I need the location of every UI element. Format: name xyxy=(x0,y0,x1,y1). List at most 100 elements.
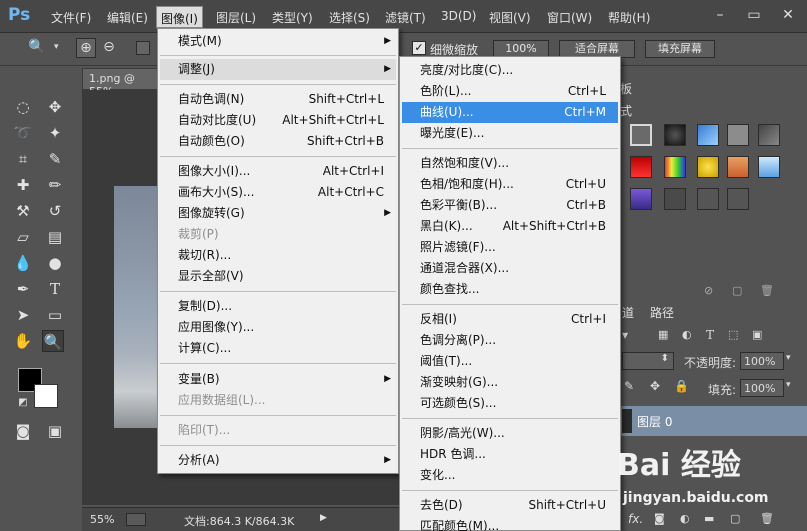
lock-all-icon[interactable]: 🔒 xyxy=(674,379,689,393)
menu-item-levels[interactable]: 色阶(L)... Ctrl+L xyxy=(402,81,618,102)
menu-window[interactable]: 窗口(W) xyxy=(547,9,592,27)
status-menu-arrow-icon[interactable]: ▶ xyxy=(320,513,327,523)
menu-item-apply-image[interactable]: 应用图像(Y)... xyxy=(160,317,396,338)
menu-help[interactable]: 帮助(H) xyxy=(608,9,650,27)
opacity-chevron-icon[interactable]: ▾ xyxy=(786,353,791,363)
menu-item-color-lookup[interactable]: 颜色查找... xyxy=(402,279,618,300)
style-swatch[interactable] xyxy=(697,156,719,178)
zoom-tool-icon[interactable]: 🔍 xyxy=(28,39,45,55)
layer-name[interactable]: 图层 0 xyxy=(637,413,672,430)
style-swatch[interactable] xyxy=(758,156,780,178)
layer-row[interactable]: 图层 0 xyxy=(620,406,807,436)
menu-item-threshold[interactable]: 阈值(T)... xyxy=(402,351,618,372)
filter-chevron-icon[interactable]: ▾ xyxy=(622,328,628,342)
filter-image-icon[interactable]: ▦ xyxy=(658,328,668,341)
menu-item-curves[interactable]: 曲线(U)... Ctrl+M xyxy=(402,102,618,123)
menu-item-trim[interactable]: 裁切(R)... xyxy=(160,245,396,266)
menu-view[interactable]: 视图(V) xyxy=(489,9,531,27)
menu-item-black-white[interactable]: 黑白(K)... Alt+Shift+Ctrl+B xyxy=(402,216,618,237)
board-tab[interactable]: 板 xyxy=(620,80,632,98)
type-tool-icon[interactable]: T xyxy=(44,278,66,300)
style-swatch[interactable] xyxy=(664,188,686,210)
menu-item-desaturate[interactable]: 去色(D) Shift+Ctrl+U xyxy=(402,495,618,516)
eraser-tool-icon[interactable]: ▱ xyxy=(12,226,34,248)
menu-item-auto-tone[interactable]: 自动色调(N) Shift+Ctrl+L xyxy=(160,89,396,110)
style-swatch[interactable] xyxy=(697,188,719,210)
menu-item-posterize[interactable]: 色调分离(P)... xyxy=(402,330,618,351)
fine-zoom-checkbox[interactable]: ✓ xyxy=(412,41,426,55)
menu-item-hdr-toning[interactable]: HDR 色调... xyxy=(402,444,618,465)
style-swatch[interactable] xyxy=(630,124,652,146)
path-selection-tool-icon[interactable]: ➤ xyxy=(12,304,34,326)
menu-item-brightness-contrast[interactable]: 亮度/对比度(C)... xyxy=(402,60,618,81)
minimize-button[interactable]: – xyxy=(706,4,734,26)
blur-tool-icon[interactable]: 💧 xyxy=(12,252,34,274)
filter-smart-icon[interactable]: ▣ xyxy=(752,328,762,341)
menu-type[interactable]: 类型(Y) xyxy=(272,9,313,27)
zoom-out-icon[interactable]: ⊖ xyxy=(99,38,119,58)
style-swatch[interactable] xyxy=(664,156,686,178)
new-style-icon[interactable]: ▢ xyxy=(732,284,742,297)
lasso-tool-icon[interactable]: ➰ xyxy=(12,122,34,144)
zoom-level[interactable]: 55% xyxy=(90,513,114,526)
screen-mode-icon[interactable]: ▣ xyxy=(44,420,66,442)
magic-wand-tool-icon[interactable]: ✦ xyxy=(44,122,66,144)
chevron-down-icon[interactable]: ▾ xyxy=(54,42,59,52)
menu-item-auto-color[interactable]: 自动颜色(O) Shift+Ctrl+B xyxy=(160,131,396,152)
crop-tool-icon[interactable]: ⌗ xyxy=(12,148,34,170)
menu-item-selective-color[interactable]: 可选颜色(S)... xyxy=(402,393,618,414)
menu-item-match-color[interactable]: 匹配颜色(M)... xyxy=(402,516,618,531)
menu-layer[interactable]: 图层(L) xyxy=(216,9,256,27)
menu-item-calculations[interactable]: 计算(C)... xyxy=(160,338,396,359)
menu-item-mode[interactable]: 模式(M) ▶ xyxy=(160,31,396,52)
menu-item-image-size[interactable]: 图像大小(I)... Alt+Ctrl+I xyxy=(160,161,396,182)
menu-item-photo-filter[interactable]: 照片滤镜(F)... xyxy=(402,237,618,258)
menu-item-channel-mixer[interactable]: 通道混合器(X)... xyxy=(402,258,618,279)
move-tool-icon[interactable]: ✥ xyxy=(44,96,66,118)
menu-item-gradient-map[interactable]: 渐变映射(G)... xyxy=(402,372,618,393)
filter-shape-icon[interactable]: ⬚ xyxy=(728,328,738,341)
rectangle-tool-icon[interactable]: ▭ xyxy=(44,304,66,326)
menu-item-exposure[interactable]: 曝光度(E)... xyxy=(402,123,618,144)
menu-file[interactable]: 文件(F) xyxy=(51,9,91,27)
menu-item-variations[interactable]: 变化... xyxy=(402,465,618,486)
eyedropper-tool-icon[interactable]: ✎ xyxy=(44,148,66,170)
delete-style-icon[interactable]: ⊘ xyxy=(704,284,713,297)
menu-edit[interactable]: 编辑(E) xyxy=(107,9,148,27)
style-swatch[interactable] xyxy=(697,124,719,146)
menu-item-vibrance[interactable]: 自然饱和度(V)... xyxy=(402,153,618,174)
maximize-button[interactable]: ▭ xyxy=(740,4,768,26)
fill-screen-button[interactable]: 填充屏幕 xyxy=(645,40,715,58)
menu-item-canvas-size[interactable]: 画布大小(S)... Alt+Ctrl+C xyxy=(160,182,396,203)
menu-3d[interactable]: 3D(D) xyxy=(441,9,476,27)
menu-item-adjust[interactable]: 调整(J) ▶ xyxy=(160,59,396,80)
styles-tab[interactable]: 式 xyxy=(620,102,632,120)
healing-brush-tool-icon[interactable]: ✚ xyxy=(12,174,34,196)
fill-chevron-icon[interactable]: ▾ xyxy=(786,380,791,390)
menu-item-duplicate[interactable]: 复制(D)... xyxy=(160,296,396,317)
lock-position-icon[interactable]: ✥ xyxy=(650,379,660,393)
hand-tool-icon[interactable]: ✋ xyxy=(12,330,34,352)
brush-tool-icon[interactable]: ✏ xyxy=(44,174,66,196)
resize-windows-checkbox[interactable] xyxy=(136,41,150,55)
dodge-tool-icon[interactable]: ● xyxy=(44,252,66,274)
pen-tool-icon[interactable]: ✒ xyxy=(12,278,34,300)
opacity-input[interactable]: 100% xyxy=(740,352,784,370)
style-swatch[interactable] xyxy=(630,188,652,210)
default-colors-icon[interactable]: ◩ xyxy=(12,392,34,414)
marquee-tool-icon[interactable]: ◌ xyxy=(12,96,34,118)
document-tab[interactable]: 1.png @ 55% xyxy=(82,68,162,98)
status-preview-icon[interactable] xyxy=(126,513,146,526)
style-swatch[interactable] xyxy=(727,124,749,146)
trash-icon[interactable]: 🗑 xyxy=(760,284,774,297)
style-swatch[interactable] xyxy=(664,124,686,146)
menu-item-color-balance[interactable]: 色彩平衡(B)... Ctrl+B xyxy=(402,195,618,216)
background-color-swatch[interactable] xyxy=(34,384,58,408)
menu-item-variables[interactable]: 变量(B) ▶ xyxy=(160,369,396,390)
style-swatch[interactable] xyxy=(758,124,780,146)
menu-filter[interactable]: 滤镜(T) xyxy=(385,9,426,27)
history-brush-tool-icon[interactable]: ↺ xyxy=(44,200,66,222)
quick-mask-icon[interactable]: ◙ xyxy=(12,420,34,442)
menu-item-reveal-all[interactable]: 显示全部(V) xyxy=(160,266,396,287)
style-swatch[interactable] xyxy=(727,188,749,210)
